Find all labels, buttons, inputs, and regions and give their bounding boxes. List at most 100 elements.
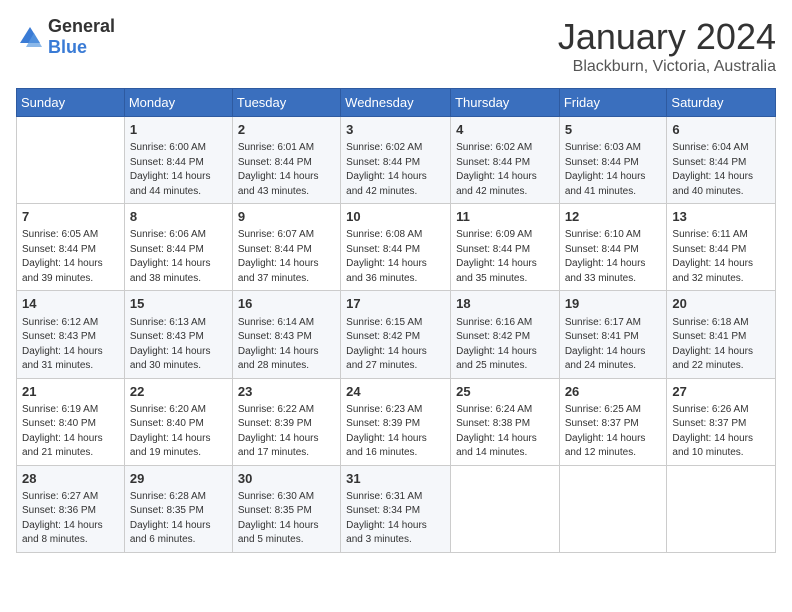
calendar-cell: 15Sunrise: 6:13 AMSunset: 8:43 PMDayligh… — [124, 291, 232, 378]
calendar-cell: 19 Sunrise: 6:17 AMSunset: 8:41 PMDayligh… — [559, 291, 667, 378]
day-info: Sunrise: 6:18 AMSunset: 8:41 PMDaylight:… — [672, 316, 770, 374]
logo: General Blue — [16, 16, 115, 58]
day-info: Sunrise: 6:15 AMSunset: 8:42 PMDaylight:… — [346, 316, 445, 374]
weekday-monday: Monday — [124, 89, 232, 117]
location-title: Blackburn, Victoria, Australia — [558, 58, 776, 76]
title-block: January 2024 Blackburn, Victoria, Austra… — [558, 16, 776, 76]
day-number: 5 — [565, 121, 662, 139]
calendar-cell: 13Sunrise: 6:11 AMSunset: 8:44 PMDayligh… — [667, 204, 776, 291]
calendar-week-1: 1 Sunrise: 6:00 AMSunset: 8:44 PMDaylight… — [17, 117, 776, 204]
day-number: 27 — [672, 383, 770, 401]
day-number: 18 — [456, 295, 554, 313]
day-info: Sunrise: 6:02 AMSunset: 8:44 PMDaylight:… — [456, 141, 554, 199]
day-info: Sunrise: 6:04 AMSunset: 8:44 PMDaylight:… — [672, 141, 770, 199]
calendar-cell — [559, 465, 667, 552]
calendar-cell — [17, 117, 125, 204]
calendar-cell: 8 Sunrise: 6:06 AMSunset: 8:44 PMDaylight… — [124, 204, 232, 291]
calendar-cell: 10 Sunrise: 6:08 AMSunset: 8:44 PMDayligh… — [341, 204, 451, 291]
calendar-week-2: 7 Sunrise: 6:05 AMSunset: 8:44 PMDaylight… — [17, 204, 776, 291]
calendar-cell: 30 Sunrise: 6:30 AMSunset: 8:35 PMDayligh… — [232, 465, 340, 552]
weekday-tuesday: Tuesday — [232, 89, 340, 117]
day-info: Sunrise: 6:16 AMSunset: 8:42 PMDaylight:… — [456, 316, 554, 374]
day-info: Sunrise: 6:02 AMSunset: 8:44 PMDaylight:… — [346, 141, 445, 199]
day-number: 7 — [22, 208, 119, 226]
logo-blue: Blue — [48, 37, 87, 57]
calendar-cell: 31Sunrise: 6:31 AMSunset: 8:34 PMDayligh… — [341, 465, 451, 552]
calendar-cell: 5 Sunrise: 6:03 AMSunset: 8:44 PMDaylight… — [559, 117, 667, 204]
calendar-cell: 1 Sunrise: 6:00 AMSunset: 8:44 PMDaylight… — [124, 117, 232, 204]
day-number: 10 — [346, 208, 445, 226]
day-number: 22 — [130, 383, 227, 401]
day-info: Sunrise: 6:25 AMSunset: 8:37 PMDaylight:… — [565, 403, 662, 461]
day-number: 29 — [130, 470, 227, 488]
day-info: Sunrise: 6:24 AMSunset: 8:38 PMDaylight:… — [456, 403, 554, 461]
calendar-cell: 20 Sunrise: 6:18 AMSunset: 8:41 PMDayligh… — [667, 291, 776, 378]
day-number: 26 — [565, 383, 662, 401]
calendar-cell: 7 Sunrise: 6:05 AMSunset: 8:44 PMDaylight… — [17, 204, 125, 291]
day-info: Sunrise: 6:00 AMSunset: 8:44 PMDaylight:… — [130, 141, 227, 199]
day-number: 16 — [238, 295, 335, 313]
logo-icon — [16, 23, 44, 51]
calendar-week-5: 28 Sunrise: 6:27 AMSunset: 8:36 PMDayligh… — [17, 465, 776, 552]
weekday-wednesday: Wednesday — [341, 89, 451, 117]
calendar-cell: 4 Sunrise: 6:02 AMSunset: 8:44 PMDaylight… — [451, 117, 560, 204]
calendar-week-3: 14Sunrise: 6:12 AMSunset: 8:43 PMDayligh… — [17, 291, 776, 378]
day-info: Sunrise: 6:19 AMSunset: 8:40 PMDaylight:… — [22, 403, 119, 461]
day-number: 6 — [672, 121, 770, 139]
day-number: 28 — [22, 470, 119, 488]
day-info: Sunrise: 6:30 AMSunset: 8:35 PMDaylight:… — [238, 490, 335, 548]
day-info: Sunrise: 6:03 AMSunset: 8:44 PMDaylight:… — [565, 141, 662, 199]
day-number: 13 — [672, 208, 770, 226]
day-number: 4 — [456, 121, 554, 139]
day-info: Sunrise: 6:23 AMSunset: 8:39 PMDaylight:… — [346, 403, 445, 461]
day-number: 19 — [565, 295, 662, 313]
day-info: Sunrise: 6:07 AMSunset: 8:44 PMDaylight:… — [238, 228, 335, 286]
calendar-cell: 2 Sunrise: 6:01 AMSunset: 8:44 PMDaylight… — [232, 117, 340, 204]
calendar-cell: 11Sunrise: 6:09 AMSunset: 8:44 PMDayligh… — [451, 204, 560, 291]
logo-general: General — [48, 16, 115, 36]
day-info: Sunrise: 6:08 AMSunset: 8:44 PMDaylight:… — [346, 228, 445, 286]
day-number: 3 — [346, 121, 445, 139]
calendar-cell: 6 Sunrise: 6:04 AMSunset: 8:44 PMDaylight… — [667, 117, 776, 204]
weekday-saturday: Saturday — [667, 89, 776, 117]
day-number: 8 — [130, 208, 227, 226]
day-number: 25 — [456, 383, 554, 401]
calendar-cell: 27Sunrise: 6:26 AMSunset: 8:37 PMDayligh… — [667, 378, 776, 465]
day-info: Sunrise: 6:12 AMSunset: 8:43 PMDaylight:… — [22, 316, 119, 374]
weekday-sunday: Sunday — [17, 89, 125, 117]
page-header: General Blue January 2024 Blackburn, Vic… — [16, 16, 776, 76]
calendar-cell: 3 Sunrise: 6:02 AMSunset: 8:44 PMDaylight… — [341, 117, 451, 204]
calendar-cell: 17 Sunrise: 6:15 AMSunset: 8:42 PMDayligh… — [341, 291, 451, 378]
calendar-cell: 23Sunrise: 6:22 AMSunset: 8:39 PMDayligh… — [232, 378, 340, 465]
calendar-cell: 12Sunrise: 6:10 AMSunset: 8:44 PMDayligh… — [559, 204, 667, 291]
day-info: Sunrise: 6:10 AMSunset: 8:44 PMDaylight:… — [565, 228, 662, 286]
day-number: 1 — [130, 121, 227, 139]
weekday-header-row: SundayMondayTuesdayWednesdayThursdayFrid… — [17, 89, 776, 117]
day-info: Sunrise: 6:06 AMSunset: 8:44 PMDaylight:… — [130, 228, 227, 286]
calendar-cell: 26 Sunrise: 6:25 AMSunset: 8:37 PMDayligh… — [559, 378, 667, 465]
day-info: Sunrise: 6:31 AMSunset: 8:34 PMDaylight:… — [346, 490, 445, 548]
day-number: 20 — [672, 295, 770, 313]
weekday-friday: Friday — [559, 89, 667, 117]
day-number: 30 — [238, 470, 335, 488]
calendar-cell: 22 Sunrise: 6:20 AMSunset: 8:40 PMDayligh… — [124, 378, 232, 465]
day-info: Sunrise: 6:17 AMSunset: 8:41 PMDaylight:… — [565, 316, 662, 374]
calendar-cell: 28 Sunrise: 6:27 AMSunset: 8:36 PMDayligh… — [17, 465, 125, 552]
calendar-cell: 14Sunrise: 6:12 AMSunset: 8:43 PMDayligh… — [17, 291, 125, 378]
calendar-cell — [667, 465, 776, 552]
calendar-cell: 24Sunrise: 6:23 AMSunset: 8:39 PMDayligh… — [341, 378, 451, 465]
day-info: Sunrise: 6:09 AMSunset: 8:44 PMDaylight:… — [456, 228, 554, 286]
day-number: 17 — [346, 295, 445, 313]
day-info: Sunrise: 6:01 AMSunset: 8:44 PMDaylight:… — [238, 141, 335, 199]
month-title: January 2024 — [558, 16, 776, 58]
calendar-cell: 9Sunrise: 6:07 AMSunset: 8:44 PMDaylight… — [232, 204, 340, 291]
weekday-thursday: Thursday — [451, 89, 560, 117]
calendar-body: 1 Sunrise: 6:00 AMSunset: 8:44 PMDaylight… — [17, 117, 776, 553]
calendar-cell — [451, 465, 560, 552]
day-info: Sunrise: 6:05 AMSunset: 8:44 PMDaylight:… — [22, 228, 119, 286]
day-number: 2 — [238, 121, 335, 139]
day-info: Sunrise: 6:20 AMSunset: 8:40 PMDaylight:… — [130, 403, 227, 461]
day-info: Sunrise: 6:27 AMSunset: 8:36 PMDaylight:… — [22, 490, 119, 548]
day-info: Sunrise: 6:28 AMSunset: 8:35 PMDaylight:… — [130, 490, 227, 548]
day-info: Sunrise: 6:13 AMSunset: 8:43 PMDaylight:… — [130, 316, 227, 374]
